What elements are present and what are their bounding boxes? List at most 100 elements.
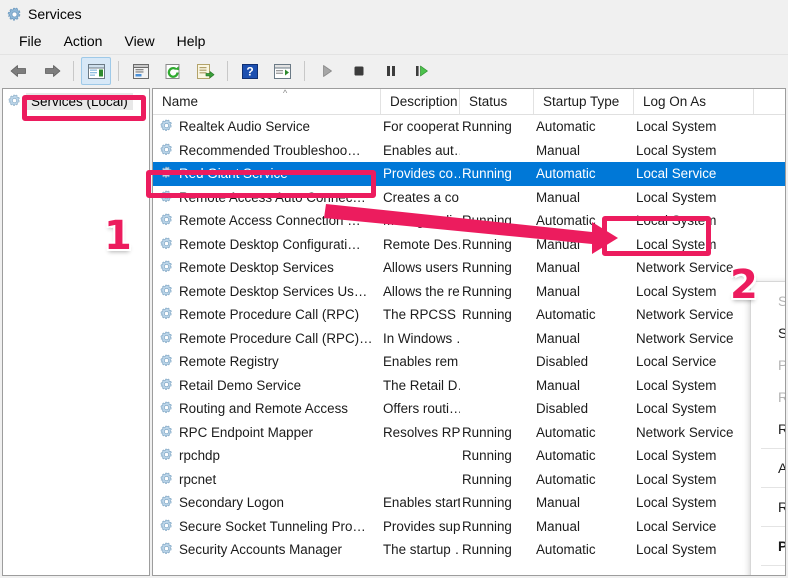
refresh-button[interactable]: [158, 57, 188, 85]
column-header-description[interactable]: Description: [381, 89, 460, 114]
column-header-startup-type[interactable]: Startup Type: [534, 89, 634, 114]
cell-name: Secure Socket Tunneling Pro…: [153, 519, 381, 534]
context-menu-separator: [761, 565, 785, 566]
cell-log-on-as: Local System: [636, 401, 717, 417]
cell-name: Remote Desktop Services: [153, 260, 381, 275]
cell-startup-type: Manual: [536, 330, 580, 346]
properties-button[interactable]: [267, 57, 297, 85]
service-name-label: Remote Access Connection …: [179, 213, 361, 229]
table-row[interactable]: RPC Endpoint Mapper Resolves RP…Running Au…: [153, 421, 785, 445]
menu-file[interactable]: File: [8, 31, 53, 51]
action-pane-button[interactable]: [126, 57, 156, 85]
service-name-label: Remote Desktop Configurati…: [179, 236, 361, 252]
console-tree-button[interactable]: [81, 57, 111, 85]
toolbar-separator: [118, 61, 119, 81]
help-button[interactable]: ?: [235, 57, 265, 85]
column-header-status[interactable]: Status: [460, 89, 534, 114]
menu-action[interactable]: Action: [53, 31, 114, 51]
cell-startup-type: Automatic: [536, 448, 596, 464]
cell-name: Remote Desktop Services Us…: [153, 284, 381, 299]
table-row[interactable]: Remote Registry Enables rem… Disabled Local…: [153, 350, 785, 374]
cell-description: Offers routi…: [383, 401, 460, 417]
cell-name: Retail Demo Service: [153, 378, 381, 393]
cell-name: RPC Endpoint Mapper: [153, 425, 381, 440]
console-tree-pane: Services (Local): [2, 88, 150, 576]
cell-log-on-as: Local System: [636, 448, 717, 464]
table-row[interactable]: Remote Access Auto Connec… Creates a co… M…: [153, 186, 785, 210]
table-row[interactable]: Remote Desktop Services Allows users …Run…: [153, 256, 785, 280]
context-menu-item-label: Stop: [778, 325, 785, 341]
context-menu-item-restart[interactable]: Restart: [751, 413, 785, 445]
table-row[interactable]: Recommended Troubleshoo… Enables aut… Manu…: [153, 139, 785, 163]
cell-log-on-as: Local System: [636, 119, 717, 135]
menu-help[interactable]: Help: [166, 31, 217, 51]
cell-startup-type: Automatic: [536, 213, 596, 229]
cell-description: For cooperat…: [383, 119, 460, 135]
back-button[interactable]: [4, 57, 34, 85]
service-gear-icon: [159, 143, 174, 158]
services-window: Services File Action View Help ? Service…: [0, 0, 788, 578]
table-row[interactable]: Remote Procedure Call (RPC)… In Windows ……: [153, 327, 785, 351]
table-row[interactable]: rpcnet Running Automatic Local System: [153, 468, 785, 492]
forward-button[interactable]: [36, 57, 66, 85]
table-row[interactable]: Remote Access Connection … Manages di… Run…: [153, 209, 785, 233]
cell-description: The Retail D…: [383, 377, 460, 393]
cell-startup-type: Automatic: [536, 166, 596, 182]
cell-startup-type: Disabled: [536, 401, 589, 417]
stop-service-button[interactable]: [344, 57, 374, 85]
table-row[interactable]: Realtek Audio Service For cooperat…Runnin…: [153, 115, 785, 139]
list-header: Name ^ Description Status Startup Type L…: [153, 89, 785, 115]
service-gear-icon: [159, 401, 174, 416]
context-menu-item-properties[interactable]: Properties: [751, 530, 785, 562]
service-name-label: Remote Procedure Call (RPC): [179, 307, 360, 323]
cell-description: Enables rem…: [383, 354, 460, 370]
restart-service-button[interactable]: [408, 57, 438, 85]
cell-description: Manages di…: [383, 213, 460, 229]
cell-log-on-as: Local System: [636, 189, 717, 205]
tree-root-label: Services (Local): [26, 93, 133, 110]
service-name-label: Remote Access Auto Connec…: [179, 189, 366, 205]
cell-description: Resolves RP…: [383, 424, 460, 440]
start-service-button[interactable]: [312, 57, 342, 85]
cell-name: Remote Procedure Call (RPC): [153, 307, 381, 322]
table-row[interactable]: Retail Demo Service The Retail D… Manual Lo…: [153, 374, 785, 398]
tree-item-services-local[interactable]: Services (Local): [3, 89, 149, 110]
cell-description: Enables start…: [383, 495, 460, 511]
cell-log-on-as: Local System: [636, 377, 717, 393]
cell-startup-type: Automatic: [536, 424, 596, 440]
table-row[interactable]: Security Accounts Manager The startup … Ru…: [153, 538, 785, 562]
table-row[interactable]: Secondary Logon Enables start…Running Manu…: [153, 491, 785, 515]
context-menu-item-all-tasks[interactable]: All Tasks›: [751, 452, 785, 484]
service-gear-icon: [159, 519, 174, 534]
cell-log-on-as: Local System: [636, 542, 717, 558]
table-row[interactable]: rpchdp Running Automatic Local System: [153, 444, 785, 468]
service-name-label: Red Giant Service: [179, 166, 288, 182]
table-row[interactable]: Routing and Remote Access Offers routi… Di…: [153, 397, 785, 421]
table-row[interactable]: Remote Desktop Configurati… Remote Des…Ru…: [153, 233, 785, 257]
context-menu-item-stop[interactable]: Stop: [751, 317, 785, 349]
context-menu-item-refresh[interactable]: Refresh: [751, 491, 785, 523]
cell-name: Remote Registry: [153, 354, 381, 369]
cell-startup-type: Manual: [536, 377, 580, 393]
cell-status: Running: [462, 213, 512, 229]
table-row[interactable]: Remote Desktop Services Us… Allows the re…: [153, 280, 785, 304]
column-header-log-on-as[interactable]: Log On As: [634, 89, 754, 114]
menu-view[interactable]: View: [113, 31, 165, 51]
table-row[interactable]: Remote Procedure Call (RPC) The RPCSS s…R…: [153, 303, 785, 327]
toolbar: ?: [0, 55, 788, 88]
pause-service-button[interactable]: [376, 57, 406, 85]
table-row[interactable]: Secure Socket Tunneling Pro… Provides sup…: [153, 515, 785, 539]
cell-startup-type: Automatic: [536, 119, 596, 135]
cell-startup-type: Manual: [536, 260, 580, 276]
cell-status: Running: [462, 236, 512, 252]
column-header-name-label: Name: [162, 94, 199, 109]
column-header-name[interactable]: Name ^: [153, 89, 381, 114]
cell-status: Running: [462, 448, 512, 464]
cell-startup-type: Manual: [536, 142, 580, 158]
window-title: Services: [28, 6, 82, 22]
cell-name: Remote Access Connection …: [153, 213, 381, 228]
context-menu-item-label: All Tasks: [778, 460, 785, 476]
context-menu-item-help[interactable]: Help: [751, 569, 785, 575]
table-row[interactable]: Red Giant Service Provides co… Running Auto…: [153, 162, 785, 186]
export-list-button[interactable]: [190, 57, 220, 85]
